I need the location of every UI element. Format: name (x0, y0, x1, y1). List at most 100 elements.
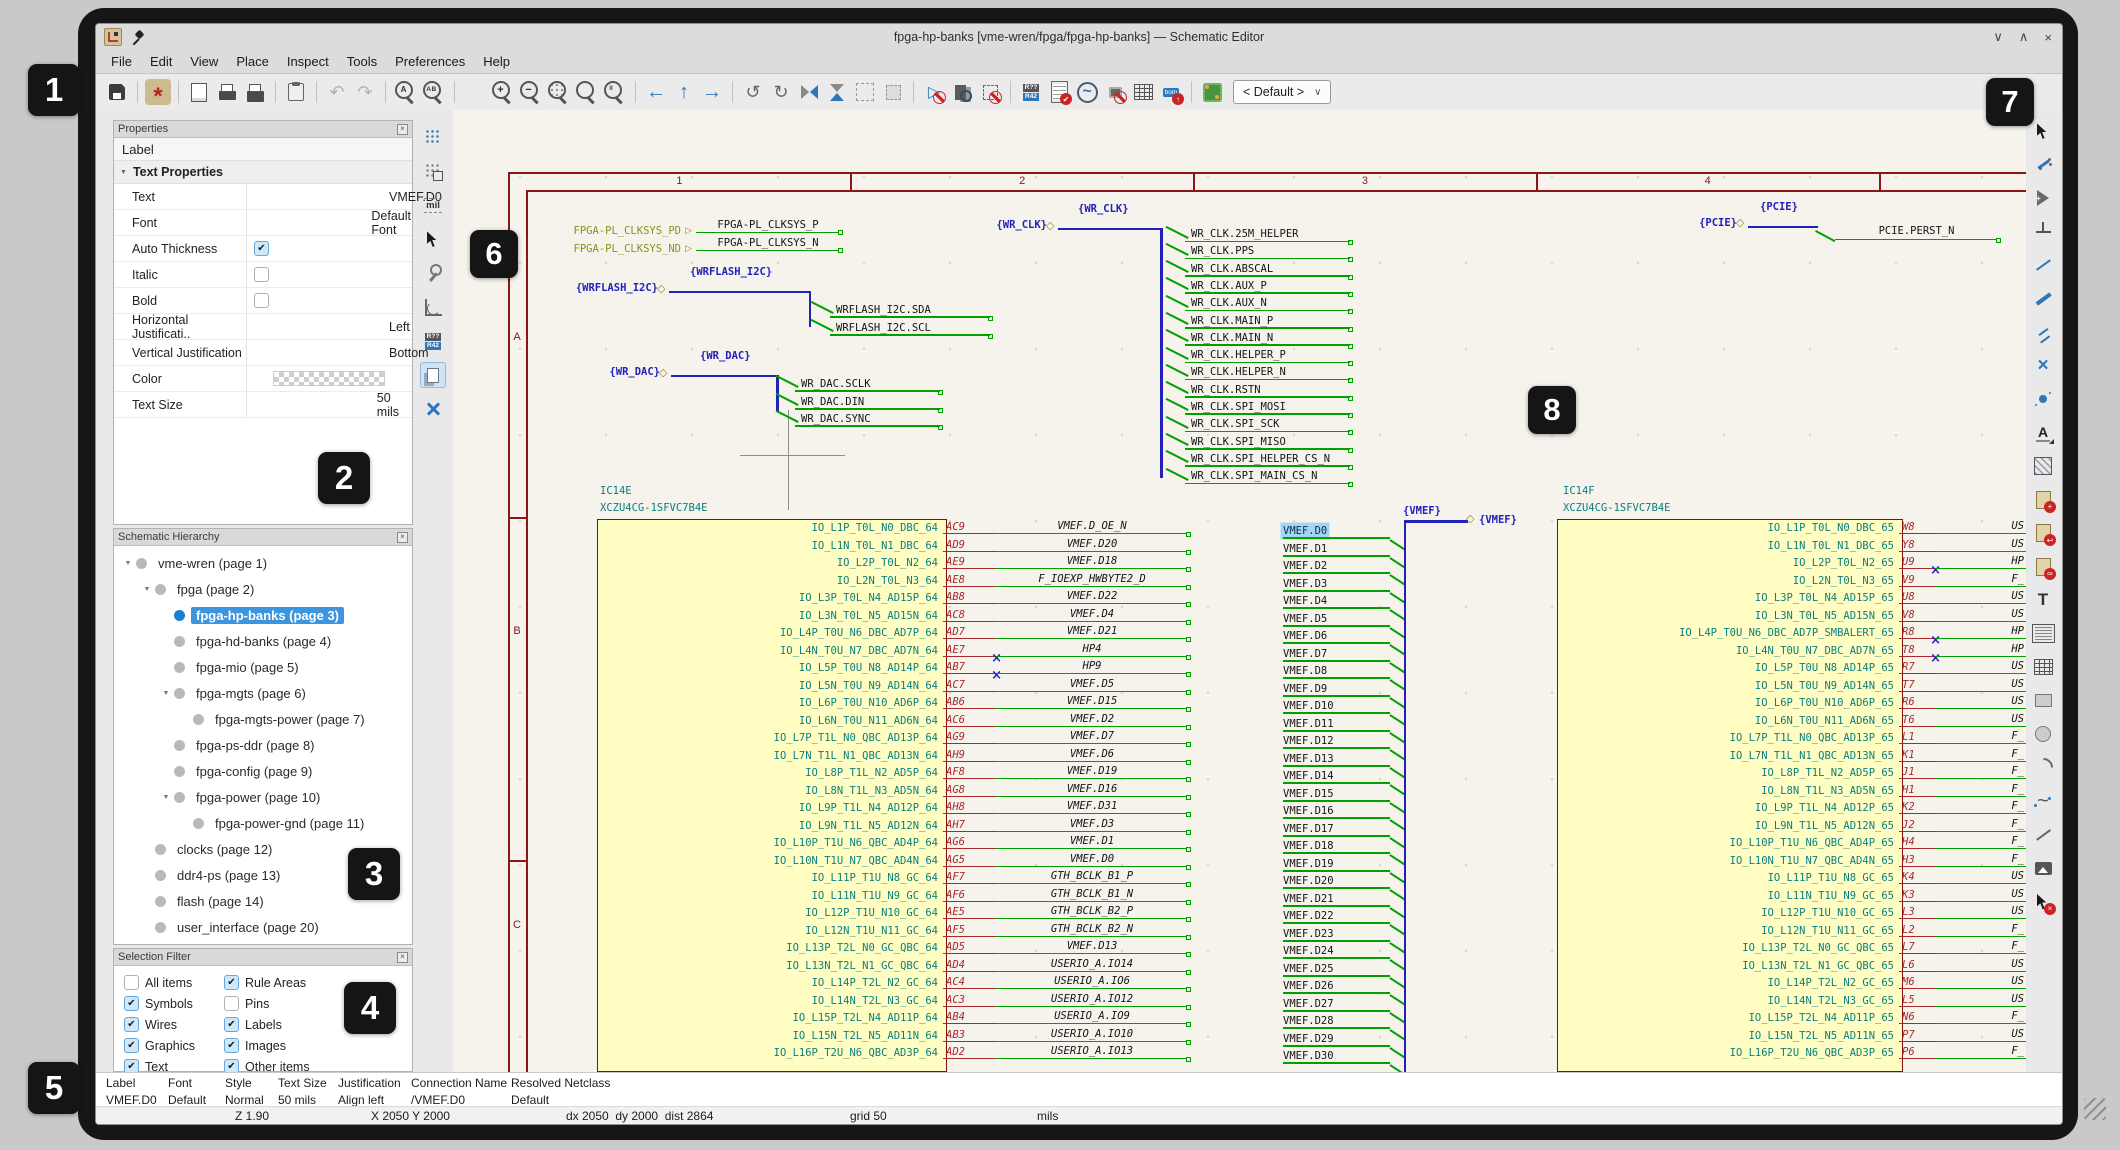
wire[interactable]: US (1935, 674, 2026, 692)
net-label[interactable]: VMEF.D15 (1283, 788, 1334, 800)
net-label[interactable]: F_ (2011, 765, 2024, 777)
bus-branch-row[interactable]: WR_CLK.AUX_N (1185, 294, 1350, 311)
net-label[interactable]: US (2011, 520, 2024, 532)
pin[interactable]: AH7 × (943, 814, 996, 832)
bus-label[interactable]: {VMEF} (1403, 505, 1441, 517)
net-label[interactable]: GTH_BCLK_B2_N (1051, 923, 1133, 935)
pin[interactable]: V8 × (1899, 604, 1935, 622)
assign-footprints[interactable] (1102, 79, 1128, 105)
IO_L13N_T2L_N1_GC_QBC_65[interactable]: IO_L13N_T2L_N1_GC_QBC_65 L6 × US (1557, 954, 2026, 972)
pin-icon[interactable] (130, 30, 144, 44)
net-label[interactable]: VMEF.D16 (1283, 805, 1334, 817)
net-label[interactable]: US (2011, 870, 2024, 882)
pin[interactable]: AF8 × (943, 762, 996, 780)
net-label[interactable]: VMEF.D6 (1070, 748, 1114, 760)
IO_L12N_T1U_N11_GC_64[interactable]: IO_L12N_T1U_N11_GC_64 AF5 × GTH_BCLK_B2_… (597, 919, 1188, 937)
IO_L4N_T0U_N7_DBC_AD7N_64[interactable]: IO_L4N_T0U_N7_DBC_AD7N_64 AE7 × HP4 (597, 639, 1188, 657)
bezier-tool[interactable] (2030, 788, 2056, 814)
net-label[interactable]: VMEF.D16 (1067, 783, 1118, 795)
net-label-row[interactable]: VMEF.D18 (1283, 837, 1390, 855)
footprint-links[interactable] (977, 79, 1003, 105)
bus-branch-row[interactable]: WRFLASH_I2C.SDA (830, 301, 990, 319)
bus[interactable] (671, 375, 778, 378)
IO_L15P_T2L_N4_AD11P_65[interactable]: IO_L15P_T2L_N4_AD11P_65 N6 × F_ (1557, 1007, 2026, 1025)
net-label-row[interactable]: VMEF.D19 (1283, 854, 1390, 872)
bus-label[interactable]: {PCIE} (1760, 201, 1798, 213)
net-label[interactable]: VMEF.D19 (1283, 858, 1334, 870)
symbol-library-browser[interactable] (949, 79, 975, 105)
pin[interactable]: AC3 × (943, 989, 996, 1007)
net-label[interactable]: USERIO_A.IO6 (1054, 975, 1130, 987)
IO_L12N_T1U_N11_GC_65[interactable]: IO_L12N_T1U_N11_GC_65 L2 × F_ (1557, 919, 2026, 937)
wire[interactable]: VMEF.D_OE_N (996, 517, 1188, 535)
property-value[interactable]: Left (389, 320, 410, 334)
net-label[interactable]: WR_CLK.PPS (1191, 245, 1254, 257)
hierarchy-navigator[interactable] (420, 362, 446, 388)
bus-branch-row[interactable]: WR_CLK.25M_HELPER (1185, 225, 1350, 242)
net-label[interactable]: USERIO_A.IO12 (1051, 993, 1133, 1005)
wire[interactable]: HP (1935, 552, 2026, 570)
symbol-reference[interactable]: IC14E (600, 485, 632, 497)
wire[interactable]: F_ (1935, 814, 2026, 832)
net-label[interactable]: VMEF.D23 (1283, 928, 1334, 940)
IO_L15P_T2L_N4_AD11P_64[interactable]: IO_L15P_T2L_N4_AD11P_64 AB4 × USERIO_A.I… (597, 1007, 1188, 1025)
net-label[interactable]: HP4 (1083, 643, 1102, 655)
net-label[interactable]: VMEF.D14 (1283, 770, 1334, 782)
IO_L2P_T0L_N2_65[interactable]: IO_L2P_T0L_N2_65 U9 × HP (1557, 552, 2026, 570)
find[interactable] (393, 79, 419, 105)
net-label[interactable]: US (2011, 958, 2024, 970)
IO_L9N_T1L_N5_AD12N_65[interactable]: IO_L9N_T1L_N5_AD12N_65 J2 × F_ (1557, 814, 2026, 832)
window-shade-button[interactable]: ∨ (1993, 29, 2003, 45)
net-label[interactable]: US (2011, 695, 2024, 707)
net-label[interactable]: VMEF.D21 (1283, 893, 1334, 905)
edit-selection[interactable] (880, 79, 906, 105)
IO_L1P_T0L_N0_DBC_64[interactable]: IO_L1P_T0L_N0_DBC_64 AC9 × VMEF.D_OE_N (597, 517, 1188, 535)
net-label-row[interactable]: VMEF.D29 (1283, 1029, 1390, 1047)
wire[interactable]: VMEF.D6 (996, 744, 1188, 762)
pin[interactable]: Y8 × (1899, 534, 1935, 552)
net-label[interactable]: VMEF.D12 (1283, 735, 1334, 747)
symbol-value[interactable]: XCZU4CG-1SFVC7B4E (1563, 502, 1670, 514)
wire[interactable]: US (1935, 534, 2026, 552)
property-value[interactable]: 50 mils (377, 391, 412, 419)
filter-item[interactable]: Wires (124, 1014, 224, 1035)
pin[interactable]: J2 × (1899, 814, 1935, 832)
net-label[interactable]: VMEF.D18 (1283, 840, 1334, 852)
net-label[interactable]: VMEF.D5 (1070, 678, 1114, 690)
bus-branch-row[interactable]: WR_DAC.DIN (795, 392, 940, 410)
bus-label[interactable]: {WR_CLK} (1078, 203, 1129, 215)
IO_L13P_T2L_N0_GC_QBC_64[interactable]: IO_L13P_T2L_N0_GC_QBC_64 AD5 × VMEF.D13 (597, 937, 1188, 955)
pin[interactable]: AC9 × (943, 517, 996, 535)
wire[interactable]: US (1935, 954, 2026, 972)
symbol-reference[interactable]: IC14F (1563, 485, 1595, 497)
bus-label[interactable]: {WR_DAC} (700, 350, 751, 362)
net-label[interactable]: FPGA-PL_CLKSYS_P (717, 219, 818, 231)
filter-checkbox[interactable] (224, 1038, 239, 1053)
wire[interactable]: US (1935, 867, 2026, 885)
select-tool[interactable] (2030, 118, 2056, 144)
pin[interactable]: K2 × (1899, 797, 1935, 815)
filter-checkbox[interactable] (224, 996, 239, 1011)
net-label[interactable]: WR_CLK.HELPER_N (1191, 366, 1286, 378)
pin[interactable]: AD4 × (943, 954, 996, 972)
IO_L5P_T0U_N8_AD14P_64[interactable]: IO_L5P_T0U_N8_AD14P_64 AB7 × HP9 (597, 657, 1188, 675)
net-label[interactable]: F_ (2011, 748, 2024, 760)
pin[interactable]: AC8 × (943, 604, 996, 622)
sheet-style-selector[interactable]: < Default > ∨ (1233, 80, 1331, 104)
net-label[interactable]: VMEF.D27 (1283, 998, 1334, 1010)
property-checkbox[interactable] (254, 267, 269, 282)
pin[interactable]: L7 × (1899, 937, 1935, 955)
net-label[interactable]: US (2011, 660, 2024, 672)
IO_L4N_T0U_N7_DBC_AD7N_65[interactable]: IO_L4N_T0U_N7_DBC_AD7N_65 T8 × HP (1557, 639, 2026, 657)
net-label-row[interactable]: VMEF.D26 (1283, 977, 1390, 995)
net-label-row[interactable]: VMEF.D25 (1283, 959, 1390, 977)
text-properties-section[interactable]: ▼ Text Properties (114, 161, 412, 184)
net-label[interactable]: US (2011, 975, 2024, 987)
filter-item[interactable]: Rule Areas (224, 972, 310, 993)
pin[interactable]: AD9 × (943, 534, 996, 552)
bus[interactable] (669, 291, 810, 294)
add-symbol-tool[interactable] (2030, 185, 2056, 211)
IO_L9P_T1L_N4_AD12P_65[interactable]: IO_L9P_T1L_N4_AD12P_65 K2 × F_ (1557, 797, 2026, 815)
net-label[interactable]: VMEF.D17 (1283, 823, 1334, 835)
bus[interactable] (1748, 226, 1818, 229)
